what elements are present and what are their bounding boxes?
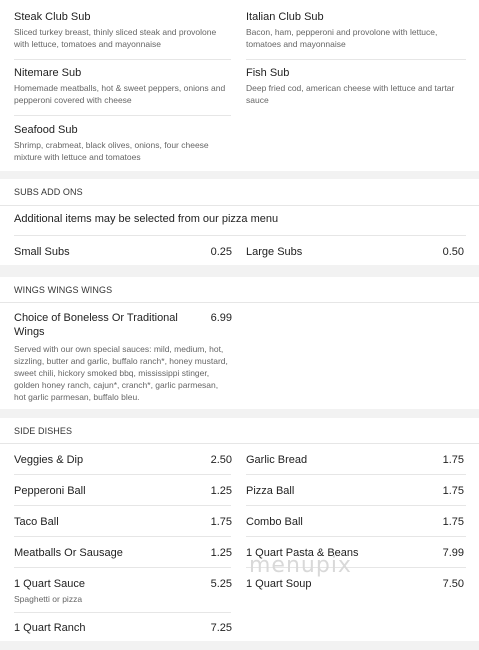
menu-item: Combo Ball xyxy=(246,515,303,529)
menu-page: Steak Club Sub Sliced turkey breast, thi… xyxy=(0,0,479,650)
header-divider xyxy=(0,205,479,206)
menu-item: Large Subs xyxy=(246,245,302,259)
item-price: 1.25 xyxy=(210,547,232,559)
row-divider xyxy=(14,567,231,568)
menu-item: Pepperoni Ball xyxy=(14,484,86,498)
menu-item: 1 Quart Ranch xyxy=(14,621,86,635)
item-price: 5.25 xyxy=(210,578,232,590)
item-description: Sliced turkey breast, thinly sliced stea… xyxy=(14,27,217,49)
menu-item: Meatballs Or Sausage xyxy=(14,546,123,560)
item-name: Garlic Bread xyxy=(246,454,308,466)
menu-item: Taco Ball xyxy=(14,515,59,529)
menu-item: Veggies & Dip xyxy=(14,453,83,467)
menu-item: 1 Quart Sauce Spaghetti or pizza xyxy=(14,577,85,605)
item-name: Choice of Boneless Or Traditional Wings xyxy=(14,312,178,338)
item-price: 0.50 xyxy=(442,246,464,258)
item-name: Italian Club Sub xyxy=(246,11,324,23)
menu-item: Nitemare Sub Homemade meatballs, hot & s… xyxy=(14,66,229,106)
section-header: SIDE DISHES xyxy=(0,418,479,444)
section-divider xyxy=(0,641,479,650)
item-name: Nitemare Sub xyxy=(14,67,82,79)
item-price: 7.25 xyxy=(210,622,232,634)
row-divider xyxy=(14,505,231,506)
row-divider xyxy=(14,59,231,60)
item-name: 1 Quart Sauce xyxy=(14,578,85,590)
row-divider xyxy=(14,536,231,537)
menu-item: Fish Sub Deep fried cod, american cheese… xyxy=(246,66,461,106)
item-name: Veggies & Dip xyxy=(14,454,84,466)
item-price: 1.75 xyxy=(442,454,464,466)
row-divider xyxy=(246,505,466,506)
item-price: 1.75 xyxy=(442,485,464,497)
section-divider xyxy=(0,171,479,179)
item-price: 1.75 xyxy=(210,516,232,528)
row-divider xyxy=(246,474,466,475)
item-price: 0.25 xyxy=(210,246,232,258)
item-price: 7.99 xyxy=(442,547,464,559)
row-divider xyxy=(14,115,231,116)
menu-item: Italian Club Sub Bacon, ham, pepperoni a… xyxy=(246,10,466,50)
menu-item: Small Subs xyxy=(14,245,70,259)
item-price: 6.99 xyxy=(210,312,232,324)
menu-item: Pizza Ball xyxy=(246,484,294,498)
row-divider xyxy=(246,536,466,537)
section-divider xyxy=(0,265,479,277)
menu-item: Seafood Sub Shrimp, crabmeat, black oliv… xyxy=(14,123,229,163)
item-description: Shrimp, crabmeat, black olives, onions, … xyxy=(14,140,209,162)
item-description: Homemade meatballs, hot & sweet peppers,… xyxy=(14,83,226,105)
header-divider xyxy=(0,302,479,303)
menu-item: Steak Club Sub Sliced turkey breast, thi… xyxy=(14,10,229,50)
item-price: 1.25 xyxy=(210,485,232,497)
item-name: Pepperoni Ball xyxy=(14,485,86,497)
item-price: 2.50 xyxy=(210,454,232,466)
menu-item: Garlic Bread xyxy=(246,453,307,467)
item-description: Deep fried cod, american cheese with let… xyxy=(246,83,455,105)
row-divider xyxy=(14,612,231,613)
item-price: 1.75 xyxy=(442,516,464,528)
section-note: Additional items may be selected from ou… xyxy=(14,213,279,225)
item-name: Pizza Ball xyxy=(246,485,295,497)
item-name: Steak Club Sub xyxy=(14,11,91,23)
item-name: Seafood Sub xyxy=(14,124,78,136)
item-name: 1 Quart Ranch xyxy=(14,622,86,634)
section-header: SUBS ADD ONS xyxy=(0,179,479,205)
item-name: Large Subs xyxy=(246,246,303,258)
item-description: Bacon, ham, pepperoni and provolone with… xyxy=(246,27,438,49)
item-name: Combo Ball xyxy=(246,516,303,528)
row-divider xyxy=(246,59,466,60)
item-name: Meatballs Or Sausage xyxy=(14,547,123,559)
item-description: Served with our own special sauces: mild… xyxy=(14,344,228,402)
item-price: 7.50 xyxy=(442,578,464,590)
header-divider xyxy=(0,443,479,444)
row-divider xyxy=(14,474,231,475)
item-description: Spaghetti or pizza xyxy=(14,594,83,604)
item-name: Small Subs xyxy=(14,246,70,258)
section-header: WINGS WINGS WINGS xyxy=(0,277,479,303)
menu-item: 1 Quart Soup xyxy=(246,577,311,591)
item-name: 1 Quart Soup xyxy=(246,578,312,590)
row-divider xyxy=(14,235,466,236)
watermark-logo: menupix xyxy=(249,553,352,578)
item-name: Fish Sub xyxy=(246,67,290,79)
item-name: Taco Ball xyxy=(14,516,59,528)
